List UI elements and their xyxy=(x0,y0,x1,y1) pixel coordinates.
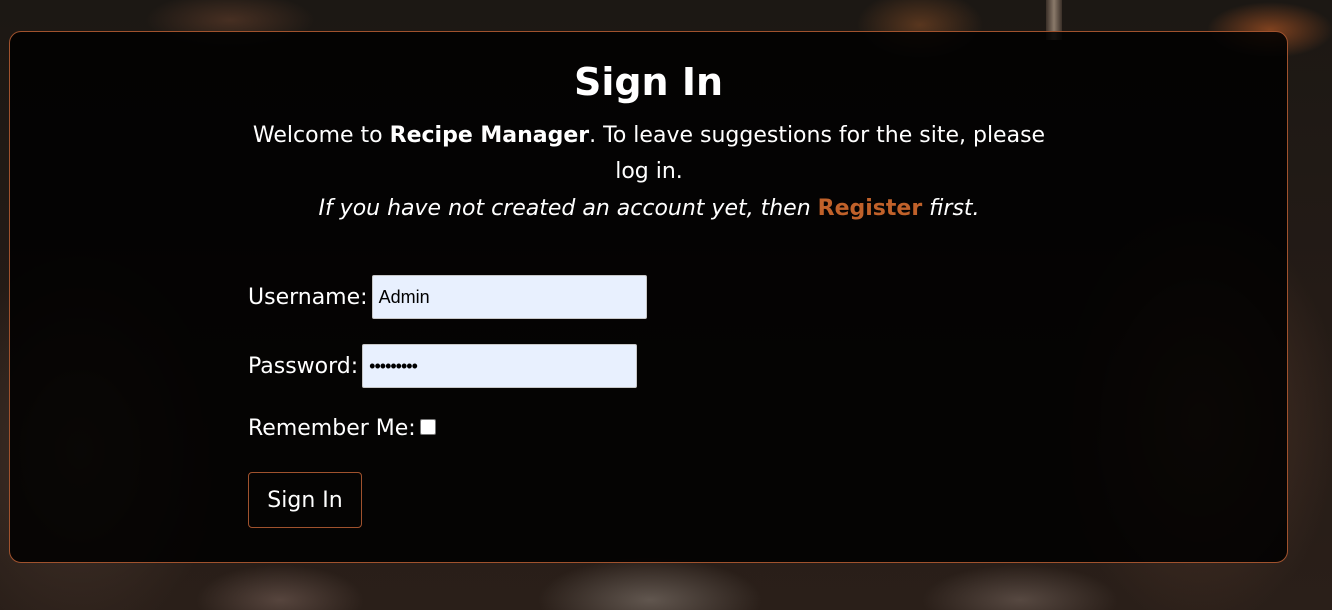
password-label: Password: xyxy=(248,353,359,379)
intro-text: Welcome to Recipe Manager. To leave sugg… xyxy=(246,118,1052,190)
register-link[interactable]: Register xyxy=(818,196,923,221)
password-row: Password: ••••••••• xyxy=(248,344,638,388)
app-name: Recipe Manager xyxy=(389,123,590,148)
intro-prefix: Welcome to xyxy=(252,123,390,148)
register-text: If you have not created an account yet, … xyxy=(246,191,1052,227)
username-input[interactable]: Admin xyxy=(371,275,647,319)
username-row: Username: Admin xyxy=(248,275,647,319)
remember-me-checkbox[interactable] xyxy=(419,418,436,435)
register-suffix: first. xyxy=(922,196,980,221)
signin-button[interactable]: Sign In xyxy=(248,472,362,528)
signin-card: Sign In Welcome to Recipe Manager. To le… xyxy=(9,31,1288,563)
password-input[interactable]: ••••••••• xyxy=(362,344,638,388)
username-label: Username: xyxy=(248,284,368,310)
intro-suffix: . To leave suggestions for the site, ple… xyxy=(589,123,1046,184)
register-prefix: If you have not created an account yet, … xyxy=(318,196,818,221)
page-title: Sign In xyxy=(573,60,724,104)
remember-label: Remember Me: xyxy=(248,416,416,441)
remember-row: Remember Me: xyxy=(248,416,436,441)
